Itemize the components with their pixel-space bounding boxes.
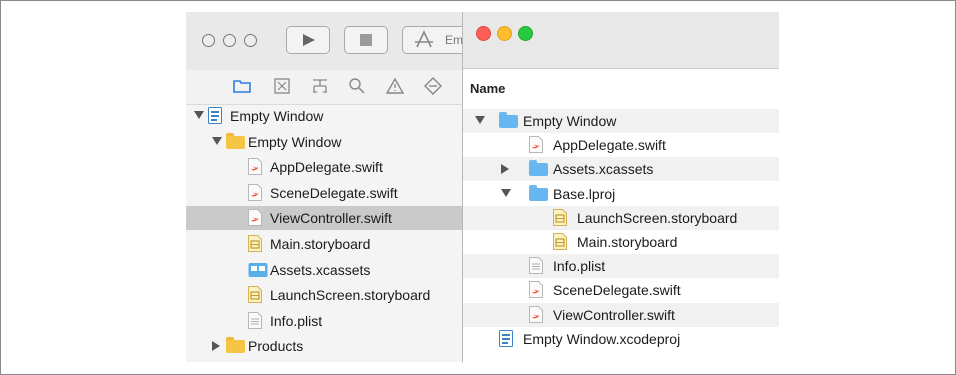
stop-icon	[360, 34, 372, 46]
file-row[interactable]: Empty Window.xcodeproj	[463, 327, 779, 351]
minimize-window-button[interactable]	[497, 26, 512, 41]
swift-file-icon	[248, 209, 262, 231]
folder-blue-icon	[529, 184, 549, 202]
test-navigator-icon[interactable]	[423, 76, 443, 96]
finder-window: Name Empty Window AppDelegate.swift Assets…	[462, 12, 779, 362]
file-row-label: Base.lproj	[553, 185, 616, 202]
finder-titlebar	[463, 12, 779, 69]
find-navigator-icon[interactable]	[347, 76, 367, 96]
navigator-row-label: Empty Window	[248, 133, 342, 150]
navigator-row-label: Empty Window	[230, 108, 324, 124]
scheme-selector[interactable]: Emp	[402, 26, 464, 54]
navigator-row[interactable]: Empty Window	[186, 104, 464, 128]
file-row-label: Empty Window.xcodeproj	[523, 330, 681, 347]
issue-navigator-icon[interactable]	[385, 76, 405, 96]
navigator-row[interactable]: ViewController.swift	[186, 206, 464, 231]
navigator-row[interactable]: Main.storyboard	[186, 232, 464, 256]
xcodeproj-icon	[499, 329, 513, 352]
swift-file-icon	[529, 281, 543, 303]
navigator-row[interactable]: Products	[186, 334, 464, 358]
xcode-window: Emp Empty Window Empty Window AppDelegate.…	[186, 12, 464, 362]
file-row[interactable]: AppDelegate.swift	[463, 133, 779, 157]
disclosure-triangle-closed-icon[interactable]	[212, 341, 220, 352]
storyboard-file-icon	[553, 208, 567, 231]
symbol-navigator-icon[interactable]	[310, 76, 330, 96]
navigator-row[interactable]: LaunchScreen.storyboard	[186, 283, 464, 307]
file-row-label: Empty Window	[523, 113, 617, 129]
project-navigator-icon[interactable]	[232, 76, 252, 96]
navigator-row-label: Info.plist	[270, 312, 323, 329]
file-row-label: LaunchScreen.storyboard	[577, 209, 738, 226]
folder-blue-icon	[499, 112, 519, 129]
folder-blue-icon	[529, 160, 549, 177]
navigator-row-label: Assets.xcassets	[270, 261, 371, 278]
navigator-row[interactable]: Info.plist	[186, 309, 464, 333]
file-row[interactable]: ViewController.swift	[463, 302, 779, 328]
disclosure-triangle-open-icon[interactable]	[212, 136, 222, 145]
navigator-row-label: AppDelegate.swift	[270, 159, 383, 176]
navigator-row-label: Products	[248, 338, 304, 355]
navigator-row-label: SceneDelegate.swift	[270, 184, 398, 201]
asset-catalog-icon	[248, 261, 268, 283]
folder-yellow-icon	[226, 337, 246, 354]
column-header[interactable]: Name	[463, 69, 779, 110]
navigator-selector-bar	[186, 70, 464, 105]
file-row[interactable]: SceneDelegate.swift	[463, 278, 779, 302]
navigator-row[interactable]: Empty Window	[186, 130, 464, 154]
zoom-window-button[interactable]	[518, 26, 533, 41]
zoom-window-button[interactable]	[244, 34, 257, 47]
navigator-row-label: LaunchScreen.storyboard	[270, 287, 431, 304]
close-window-button[interactable]	[202, 34, 215, 47]
play-icon	[303, 34, 315, 46]
disclosure-triangle-open-icon[interactable]	[194, 111, 204, 119]
file-row-label: SceneDelegate.swift	[553, 282, 681, 299]
storyboard-file-icon	[248, 235, 262, 257]
file-row[interactable]: Info.plist	[463, 254, 779, 279]
app-store-icon	[415, 30, 433, 48]
disclosure-triangle-closed-icon[interactable]	[501, 164, 509, 175]
swift-file-icon	[529, 136, 543, 158]
source-control-navigator-icon[interactable]	[272, 76, 292, 96]
file-row-label: ViewController.swift	[553, 306, 675, 323]
disclosure-triangle-open-icon[interactable]	[475, 116, 485, 124]
navigator-row[interactable]: Assets.xcassets	[186, 258, 464, 282]
stop-button[interactable]	[344, 26, 388, 54]
file-row[interactable]: LaunchScreen.storyboard	[463, 205, 779, 231]
file-row[interactable]: Empty Window	[463, 109, 779, 133]
disclosure-triangle-open-icon[interactable]	[501, 188, 511, 197]
xcodeproj-icon	[208, 107, 222, 129]
navigator-row[interactable]: AppDelegate.swift	[186, 155, 464, 179]
file-row-label: AppDelegate.swift	[553, 137, 666, 154]
folder-yellow-icon	[226, 132, 246, 150]
file-row[interactable]: Main.storyboard	[463, 230, 779, 254]
navigator-row[interactable]: SceneDelegate.swift	[186, 181, 464, 205]
swift-file-icon	[248, 158, 262, 180]
file-row[interactable]: Assets.xcassets	[463, 157, 779, 182]
swift-file-icon	[248, 183, 262, 206]
file-row[interactable]: Base.lproj	[463, 182, 779, 206]
storyboard-file-icon	[553, 233, 567, 255]
close-window-button[interactable]	[476, 26, 491, 41]
name-column-header[interactable]: Name	[470, 81, 505, 96]
storyboard-file-icon	[248, 286, 262, 308]
xcode-toolbar: Emp	[186, 12, 464, 70]
plist-file-icon	[529, 257, 543, 279]
navigator-row-label: ViewController.swift	[270, 210, 392, 227]
plist-file-icon	[248, 311, 262, 334]
swift-file-icon	[529, 305, 543, 328]
run-button[interactable]	[286, 26, 330, 54]
file-row-label: Info.plist	[553, 258, 606, 275]
minimize-window-button[interactable]	[223, 34, 236, 47]
navigator-row-label: Main.storyboard	[270, 236, 371, 252]
file-row-label: Main.storyboard	[577, 234, 678, 250]
file-row-label: Assets.xcassets	[553, 161, 654, 178]
